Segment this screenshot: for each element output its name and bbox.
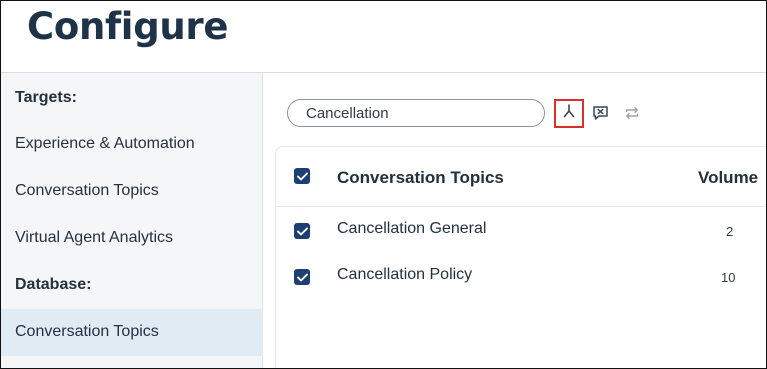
row-checkbox[interactable] xyxy=(294,223,310,239)
database-heading: Database: xyxy=(15,276,92,293)
main-panel: Conversation Topics Volume Cancellation … xyxy=(264,73,766,368)
sync-button[interactable] xyxy=(620,103,644,127)
select-all-checkbox[interactable] xyxy=(294,168,310,184)
column-header-volume[interactable]: Volume xyxy=(698,168,758,188)
merge-icon xyxy=(562,104,576,123)
table-header-row: Conversation Topics Volume xyxy=(276,147,766,207)
sidebar-item-label: Conversation Topics xyxy=(15,323,159,340)
page-title: Configure xyxy=(27,5,229,48)
ignore-button[interactable] xyxy=(588,103,612,127)
row-topic: Cancellation Policy xyxy=(337,266,473,283)
row-checkbox[interactable] xyxy=(294,269,310,285)
check-icon xyxy=(296,273,308,281)
targets-heading: Targets: xyxy=(15,89,77,106)
ignore-icon xyxy=(592,105,609,126)
table-row[interactable]: Cancellation Policy 10 xyxy=(276,266,766,312)
merge-button[interactable] xyxy=(554,99,584,128)
sidebar-item-virtual-agent-analytics[interactable]: Virtual Agent Analytics xyxy=(15,229,173,247)
column-header-topics[interactable]: Conversation Topics xyxy=(337,168,504,188)
check-icon xyxy=(296,227,308,235)
sidebar-item-experience-automation[interactable]: Experience & Automation xyxy=(15,135,195,153)
app-window: Configure Targets: Experience & Automati… xyxy=(0,0,767,369)
table-row[interactable]: Cancellation General 2 xyxy=(276,220,766,266)
row-volume: 10 xyxy=(721,270,736,285)
sidebar-item-conversation-topics[interactable]: Conversation Topics xyxy=(15,182,159,200)
check-icon xyxy=(296,172,308,180)
topics-table: Conversation Topics Volume Cancellation … xyxy=(275,146,766,368)
sidebar: Targets: Experience & Automation Convers… xyxy=(1,73,263,368)
row-topic: Cancellation General xyxy=(337,220,487,237)
sidebar-item-db-conversation-topics[interactable]: Conversation Topics xyxy=(1,309,263,356)
sync-icon xyxy=(624,105,640,126)
row-volume: 2 xyxy=(726,224,734,239)
search-input[interactable] xyxy=(287,99,545,127)
